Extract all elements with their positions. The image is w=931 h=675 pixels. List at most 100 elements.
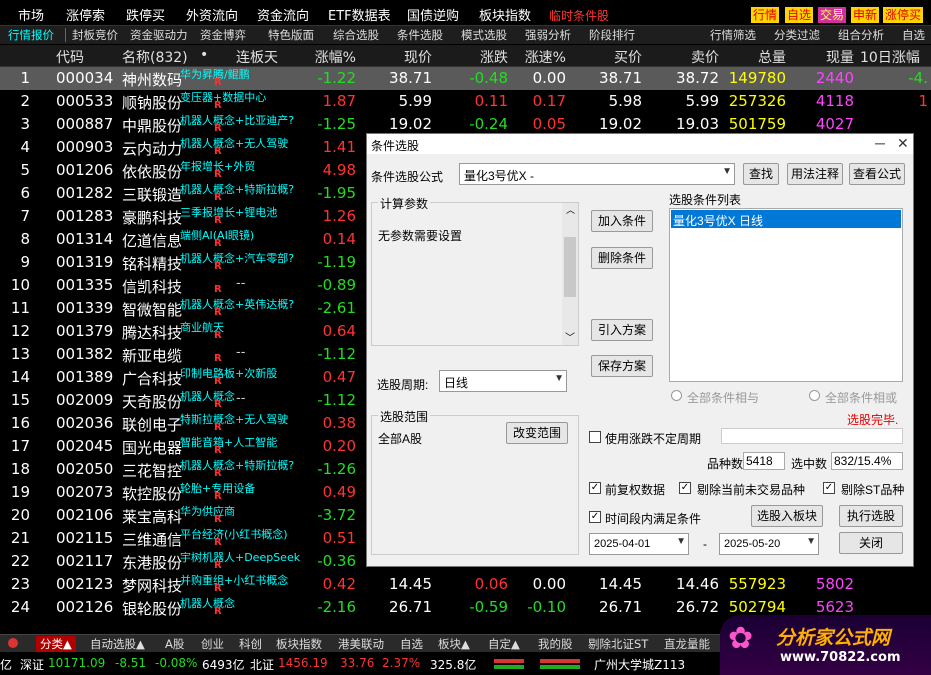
stock-code[interactable]: 001283 bbox=[56, 207, 113, 225]
stock-code[interactable]: 000903 bbox=[56, 138, 113, 156]
quote-button[interactable]: 行情 bbox=[751, 7, 780, 23]
menu-item-sector-index[interactable]: 板块指数 bbox=[479, 5, 531, 24]
header-board-days[interactable]: 连板天 bbox=[236, 47, 278, 67]
stock-code[interactable]: 001339 bbox=[56, 299, 113, 317]
stock-code[interactable]: 001335 bbox=[56, 276, 113, 294]
radio-all-and[interactable] bbox=[671, 390, 682, 401]
execute-select-button[interactable]: 执行选股 bbox=[839, 505, 903, 527]
stock-name[interactable]: 东港股份 bbox=[122, 552, 182, 573]
stock-code[interactable]: 000034 bbox=[56, 69, 113, 87]
tab-category-filter[interactable]: 分类过滤 bbox=[774, 27, 820, 43]
tab-capital-game[interactable]: 资金博弈 bbox=[200, 27, 246, 43]
bottom-tab-custom[interactable]: 自定▲ bbox=[488, 636, 520, 652]
stock-code[interactable]: 001382 bbox=[56, 345, 113, 363]
menu-item-limit-up[interactable]: 涨停索 bbox=[66, 5, 105, 24]
stock-code[interactable]: 002009 bbox=[56, 391, 113, 409]
view-formula-button[interactable]: 查看公式 bbox=[849, 163, 905, 185]
stock-code[interactable]: 001282 bbox=[56, 184, 113, 202]
bottom-tab-sector-index[interactable]: 板块指数 bbox=[276, 636, 322, 652]
table-row[interactable]: 23 002123 梦网科技 并购重组+小红书概念 R 0.42 14.45 0.06 0.00… bbox=[0, 573, 931, 596]
condition-list-item[interactable]: 量化3号优X 日线 bbox=[671, 210, 901, 228]
stock-name[interactable]: 三维通信 bbox=[122, 529, 182, 550]
header-price[interactable]: 现价 bbox=[390, 47, 432, 67]
stock-code[interactable]: 002050 bbox=[56, 460, 113, 478]
stock-name[interactable]: 梦网科技 bbox=[122, 575, 182, 596]
stock-code[interactable]: 001314 bbox=[56, 230, 113, 248]
stock-name[interactable]: 神州数码 bbox=[122, 69, 182, 90]
bottom-tab-hk-us[interactable]: 港美联动 bbox=[338, 636, 384, 652]
tab-capital-drive[interactable]: 资金驱动力 bbox=[130, 27, 188, 43]
header-ask[interactable]: 卖价 bbox=[677, 47, 719, 67]
stock-name[interactable]: 信凯科技 bbox=[122, 276, 182, 297]
table-row[interactable]: 1 000034 神州数码 华为昇腾/鲲鹏 R -1.22 38.71 -0.48 0.00 38… bbox=[0, 67, 931, 90]
header-bid[interactable]: 买价 bbox=[600, 47, 642, 67]
header-speed[interactable]: 涨速% bbox=[510, 47, 566, 67]
stock-code[interactable]: 001389 bbox=[56, 368, 113, 386]
limit-buy-button[interactable]: 涨停买 bbox=[883, 7, 924, 23]
ipo-button[interactable]: 申新 bbox=[851, 7, 880, 23]
stock-name[interactable]: 广合科技 bbox=[122, 368, 182, 389]
tab-watchlist[interactable]: 自选 bbox=[902, 27, 925, 43]
tab-condition-select[interactable]: 条件选股 bbox=[397, 27, 443, 43]
stock-code[interactable]: 002126 bbox=[56, 598, 113, 616]
header-current-volume[interactable]: 现量 bbox=[812, 47, 854, 67]
tab-quote-filter[interactable]: 行情筛选 bbox=[710, 27, 756, 43]
stock-code[interactable]: 000533 bbox=[56, 92, 113, 110]
add-condition-button[interactable]: 加入条件 bbox=[591, 210, 653, 232]
stock-name[interactable]: 三花智控 bbox=[122, 460, 182, 481]
tab-combo-analysis[interactable]: 组合分析 bbox=[838, 27, 884, 43]
tab-pattern-select[interactable]: 模式选股 bbox=[461, 27, 507, 43]
bottom-tab-my-stocks[interactable]: 我的股 bbox=[538, 636, 573, 652]
stock-name[interactable]: 软控股份 bbox=[122, 483, 182, 504]
exclude-notrade-checkbox[interactable]: ✓ bbox=[679, 482, 691, 494]
bottom-tab-auto-select[interactable]: 自动选股▲ bbox=[90, 636, 145, 652]
header-name[interactable]: 名称(832) bbox=[122, 47, 188, 67]
tab-special-layout[interactable]: 特色版面 bbox=[268, 27, 314, 43]
range-condition-checkbox[interactable]: ✓ bbox=[589, 511, 601, 523]
bottom-tab-exclude-bj-st[interactable]: 剔除北证ST bbox=[588, 636, 648, 652]
import-scheme-button[interactable]: 引入方案 bbox=[591, 319, 653, 341]
stock-code[interactable]: 001379 bbox=[56, 322, 113, 340]
usage-button[interactable]: 用法注释 bbox=[787, 163, 843, 185]
use-period-checkbox[interactable] bbox=[589, 431, 601, 443]
header-code[interactable]: 代码 bbox=[56, 47, 84, 67]
stock-name[interactable]: 银轮股份 bbox=[122, 598, 182, 619]
menu-item-capital-flow[interactable]: 资金流向 bbox=[257, 5, 309, 24]
exclude-st-checkbox[interactable]: ✓ bbox=[823, 482, 835, 494]
bottom-tab-watch[interactable]: 自选 bbox=[400, 636, 423, 652]
minimize-icon[interactable]: ─ bbox=[875, 135, 885, 151]
stock-name[interactable]: 腾达科技 bbox=[122, 322, 182, 343]
add-to-board-button[interactable]: 选股入板块 bbox=[751, 505, 823, 527]
save-scheme-button[interactable]: 保存方案 bbox=[591, 355, 653, 377]
bottom-tab-volume[interactable]: 直龙量能 bbox=[664, 636, 710, 652]
date-from-picker[interactable]: 2025-04-01 ▼ bbox=[589, 533, 689, 555]
watchlist-button[interactable]: 自选 bbox=[785, 7, 814, 23]
period-select[interactable]: 日线 ▼ bbox=[439, 370, 567, 392]
close-icon[interactable]: ✕ bbox=[897, 135, 909, 152]
stock-name[interactable]: 国光电器 bbox=[122, 437, 182, 458]
stock-code[interactable]: 002045 bbox=[56, 437, 113, 455]
close-button[interactable]: 关闭 bbox=[839, 532, 903, 554]
menu-item-etf[interactable]: ETF数据表 bbox=[328, 5, 391, 24]
bottom-tab-gem[interactable]: 创业 bbox=[201, 636, 224, 652]
condition-list[interactable]: 量化3号优X 日线 bbox=[669, 208, 903, 382]
stock-code[interactable]: 002036 bbox=[56, 414, 113, 432]
stock-name[interactable]: 亿道信息 bbox=[122, 230, 182, 251]
stock-name[interactable]: 中鼎股份 bbox=[122, 115, 182, 136]
chevron-up-icon[interactable]: ︿ bbox=[566, 203, 575, 216]
menu-item-temp-condition[interactable]: 临时条件股 bbox=[549, 7, 609, 24]
trade-button[interactable]: 交易 bbox=[818, 7, 847, 23]
stock-name[interactable]: 顺钠股份 bbox=[122, 92, 182, 113]
use-period-input[interactable] bbox=[721, 428, 903, 444]
stock-code[interactable]: 001206 bbox=[56, 161, 113, 179]
header-volume[interactable]: 总量 bbox=[744, 47, 786, 67]
bottom-tab-star[interactable]: 科创 bbox=[239, 636, 262, 652]
stock-name[interactable]: 天奇股份 bbox=[122, 391, 182, 412]
stock-code[interactable]: 002106 bbox=[56, 506, 113, 524]
bottom-tab-sector[interactable]: 板块▲ bbox=[438, 636, 470, 652]
stock-name[interactable]: 智微智能 bbox=[122, 299, 182, 320]
tab-composite-select[interactable]: 综合选股 bbox=[333, 27, 379, 43]
bottom-tab-a-share[interactable]: A股 bbox=[165, 636, 184, 652]
tab-strength-analysis[interactable]: 强弱分析 bbox=[525, 27, 571, 43]
tab-quote[interactable]: 行情报价 bbox=[8, 27, 54, 43]
